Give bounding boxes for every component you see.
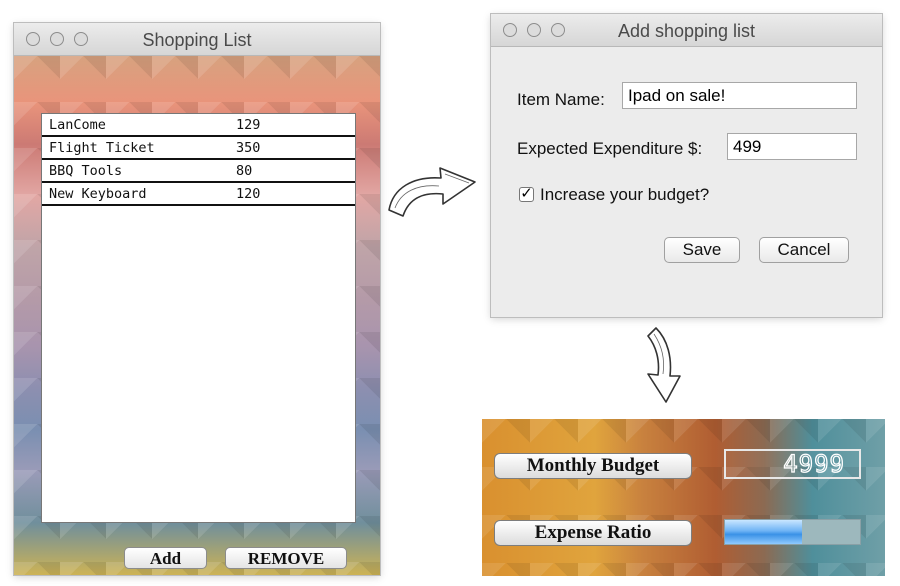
remove-button[interactable]: REMOVE	[225, 547, 347, 569]
expense-ratio-progress-bar	[724, 519, 861, 545]
item-name-field[interactable]	[622, 82, 857, 109]
sketch-arrow-icon	[647, 327, 681, 403]
add-shopping-list-dialog: Add shopping list Item Name: Expected Ex…	[491, 14, 882, 317]
table-row[interactable]: Flight Ticket 350	[42, 137, 355, 160]
monthly-budget-button[interactable]: Monthly Budget	[494, 453, 692, 479]
shopping-list-background: LanCome 129 Flight Ticket 350 BBQ Tools …	[14, 56, 380, 575]
save-button[interactable]: Save	[664, 237, 740, 263]
dialog-title: Add shopping list	[617, 21, 756, 41]
expenditure-label: Expected Expenditure $:	[517, 139, 703, 158]
increase-budget-checkbox[interactable]: ✓	[519, 185, 534, 202]
item-name: BBQ Tools	[49, 163, 123, 179]
item-price: 350	[236, 140, 261, 156]
item-price: 129	[236, 117, 261, 133]
expenditure-field[interactable]	[727, 133, 857, 160]
table-row[interactable]: BBQ Tools 80	[42, 160, 355, 183]
monthly-budget-display: 4999	[724, 449, 861, 479]
cancel-button[interactable]: Cancel	[759, 237, 849, 263]
add-button[interactable]: Add	[124, 547, 207, 569]
item-name: New Keyboard	[49, 186, 147, 202]
table-row[interactable]: LanCome 129	[42, 114, 355, 137]
item-name: Flight Ticket	[49, 140, 155, 156]
item-name: LanCome	[49, 117, 106, 133]
item-price: 120	[236, 186, 261, 202]
item-price: 80	[236, 163, 253, 179]
budget-panel: Monthly Budget 4999 Expense Ratio	[482, 419, 885, 576]
expense-ratio-button[interactable]: Expense Ratio	[494, 520, 692, 546]
window-title: Shopping List	[142, 30, 252, 50]
shopping-list-table[interactable]: LanCome 129 Flight Ticket 350 BBQ Tools …	[41, 113, 356, 523]
shopping-list-titlebar[interactable]: Shopping List	[14, 23, 380, 56]
add-dialog-titlebar[interactable]: Add shopping list	[491, 14, 882, 47]
table-row[interactable]: New Keyboard 120	[42, 183, 355, 206]
checkmark-icon: ✓	[520, 185, 533, 202]
item-name-label: Item Name:	[517, 90, 605, 109]
sketch-arrow-icon	[388, 167, 476, 217]
shopping-list-window: Shopping List LanCome 129 Flight Ticket …	[14, 23, 380, 575]
increase-budget-label: Increase your budget?	[540, 185, 710, 204]
expense-ratio-fill	[725, 520, 802, 544]
